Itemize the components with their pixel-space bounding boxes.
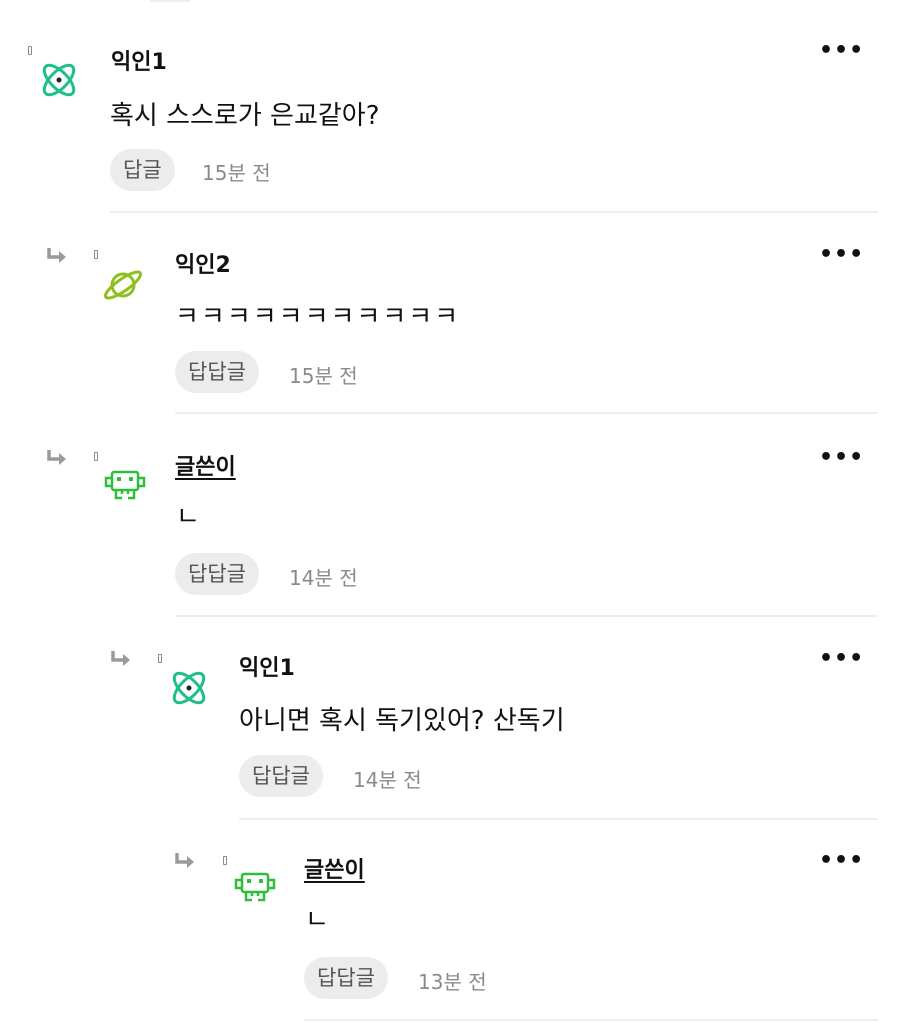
- op-author[interactable]: 글쓴이: [304, 852, 365, 884]
- more-options-button[interactable]: •••: [819, 850, 864, 872]
- comment-text: ㄴ: [305, 905, 329, 935]
- space-invader-icon: [234, 872, 276, 902]
- comment-timestamp: 13분 전: [418, 970, 487, 994]
- reply-button[interactable]: 답답글: [304, 957, 388, 999]
- comment-divider: [304, 1019, 878, 1021]
- reply-arrow-icon: [175, 853, 194, 868]
- comment: 글쓴이 ••• ㄴ 답답글 13분 전: [0, 0, 900, 1022]
- badge-icon: [223, 856, 227, 865]
